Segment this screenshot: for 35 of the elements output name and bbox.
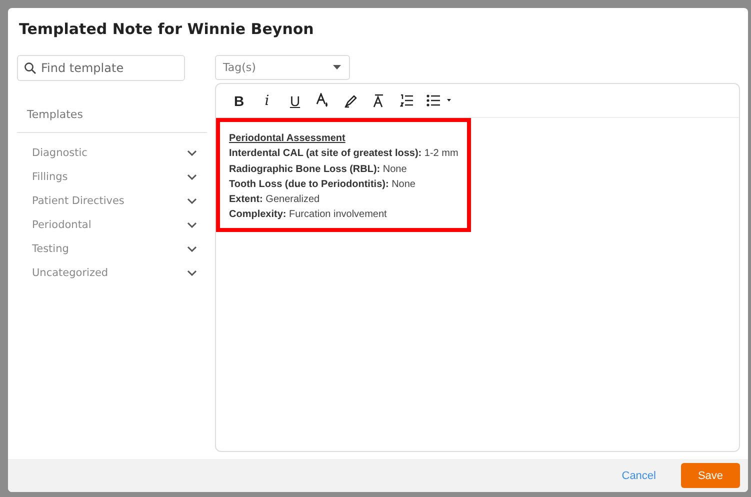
caret-icon	[333, 65, 341, 70]
chevron-icon	[187, 198, 197, 204]
templates-heading: Templates	[27, 108, 84, 123]
note-line: Extent: Generalized	[229, 193, 321, 208]
note-line: Interdental CAL (at site of greatest loss): 1-2 mm	[229, 147, 458, 162]
chevron-icon	[187, 246, 197, 252]
chevron-icon	[187, 150, 197, 156]
chevron-icon	[187, 222, 197, 228]
bullet-list-icon	[426, 94, 452, 107]
template-category[interactable]: Testing	[17, 237, 207, 261]
search-icon	[24, 62, 36, 74]
note-line: Radiographic Bone Loss (RBL): None	[229, 162, 408, 177]
note-heading: Periodontal Assessment	[229, 132, 346, 146]
template-category[interactable]: Periodontal	[17, 213, 207, 237]
note-editor[interactable]	[215, 83, 740, 452]
save-button[interactable]: Save	[681, 463, 740, 488]
template-category[interactable]: Fillings	[17, 165, 207, 189]
clear-format-icon	[372, 94, 386, 108]
cancel-link[interactable]: Cancel	[622, 470, 656, 482]
numbered-list-icon	[400, 94, 414, 107]
chevron-icon	[187, 270, 197, 276]
template-category[interactable]: Uncategorized	[17, 261, 207, 285]
search-field[interactable]: Find template	[17, 55, 185, 81]
chevron-icon	[187, 174, 197, 180]
highlighter-icon	[344, 94, 358, 108]
note-line: Tooth Loss (due to Periodontitis): None	[229, 178, 416, 192]
note-line: Complexity: Furcation involvement	[229, 208, 388, 222]
dialog-title: Templated Note for Winnie Beynon	[19, 20, 315, 40]
template-category[interactable]: Diagnostic	[17, 141, 207, 165]
underline-button[interactable]: U	[284, 90, 306, 112]
italic-button[interactable]: i	[256, 90, 278, 112]
tags-dropdown[interactable]: Tag(s)	[215, 55, 350, 80]
font-color-icon	[316, 93, 330, 108]
bold-button[interactable]: B	[228, 90, 250, 112]
template-category[interactable]: Patient Directives	[17, 189, 207, 213]
